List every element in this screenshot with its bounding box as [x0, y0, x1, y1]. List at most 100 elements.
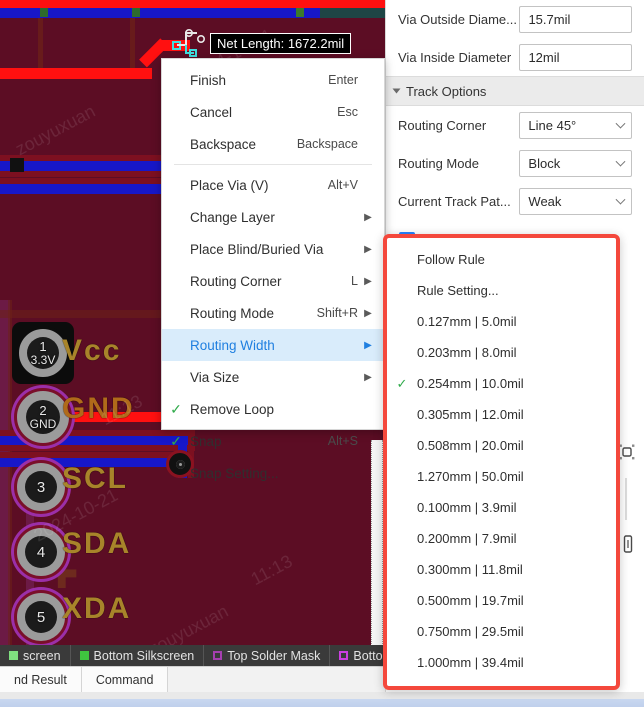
menu-item-change-layer[interactable]: Change Layer ▶ — [162, 201, 384, 233]
menu-item-snap-setting[interactable]: Snap Setting... — [162, 457, 384, 489]
route-net-icon — [172, 28, 206, 58]
submenu-item-label: 0.200mm | 7.9mil — [417, 531, 517, 546]
menu-separator — [174, 164, 372, 165]
menu-item-label: Finish — [190, 72, 227, 88]
menu-item-label: Via Size — [190, 369, 240, 385]
fit-to-screen-icon[interactable] — [619, 444, 635, 465]
submenu-arrow-icon: ▶ — [364, 339, 372, 351]
layer-bar[interactable]: screen Bottom Silkscreen Top Solder Mask… — [0, 645, 385, 666]
menu-item-cancel[interactable]: Cancel Esc — [162, 96, 384, 128]
menu-item-shortcut: Alt+S — [327, 434, 358, 448]
menu-item-snap[interactable]: ✓ Snap Alt+S — [162, 425, 384, 457]
menu-item-label: Cancel — [190, 104, 233, 120]
submenu-item-width-0750[interactable]: 0.750mm | 29.5mil — [387, 616, 616, 647]
routing-width-submenu[interactable]: Follow Rule Rule Setting... 0.127mm | 5.… — [383, 234, 620, 690]
submenu-arrow-icon: ▶ — [364, 211, 372, 223]
submenu-item-width-0200[interactable]: 0.200mm | 7.9mil — [387, 523, 616, 554]
submenu-item-label: 0.508mm | 20.0mil — [417, 438, 524, 453]
menu-item-routing-width[interactable]: Routing Width ▶ — [162, 329, 384, 361]
layer-color-swatch — [213, 651, 223, 660]
routing-corner-value: Line 45° — [528, 117, 577, 133]
submenu-arrow-icon: ▶ — [364, 243, 372, 255]
menu-item-remove-loop[interactable]: ✓ Remove Loop — [162, 393, 384, 425]
menu-item-label: Snap — [190, 433, 222, 449]
tab-find-result[interactable]: nd Result — [0, 667, 82, 692]
current-track-pattern-value: Weak — [528, 193, 562, 209]
submenu-item-label: 0.203mm | 8.0mil — [417, 345, 517, 360]
trace-blue-top — [0, 8, 340, 18]
layer-color-swatch — [79, 651, 89, 660]
current-track-pattern-select[interactable]: Weak — [519, 187, 632, 215]
menu-item-label: Remove Loop — [190, 401, 275, 417]
menu-item-routing-mode[interactable]: Routing Mode Shift+R ▶ — [162, 297, 384, 329]
submenu-item-width-1270[interactable]: 1.270mm | 50.0mil — [387, 461, 616, 492]
tab-command[interactable]: Command — [81, 667, 169, 692]
submenu-arrow-icon: ▶ — [364, 307, 372, 319]
submenu-item-width-1000[interactable]: 1.000mm | 39.4mil — [387, 647, 616, 678]
bottom-tab-bar[interactable]: nd Result Command — [0, 666, 385, 692]
pad-3[interactable]: 3 — [14, 460, 68, 514]
trace-blue-2 — [0, 184, 170, 194]
submenu-item-width-0254-selected[interactable]: ✓ 0.254mm | 10.0mil — [387, 368, 616, 399]
section-header-track-options[interactable]: Track Options — [386, 76, 644, 106]
pad-5[interactable]: 5 — [14, 590, 68, 644]
submenu-item-common-width-setting[interactable]: Common Width Setting... — [387, 678, 616, 686]
menu-item-shortcut: Alt+V — [327, 178, 358, 192]
menu-item-shortcut: Enter — [328, 73, 358, 87]
pad-3-number: 3 — [36, 478, 46, 496]
layer-label: Top Solder Mask — [227, 648, 321, 663]
chevron-down-icon — [392, 88, 401, 94]
via-square-a — [10, 158, 24, 172]
via-outside-diameter-input[interactable]: 15.7mil — [519, 5, 632, 33]
layer-label: Bottom Sol — [353, 648, 385, 663]
submenu-item-label: 1.000mm | 39.4mil — [417, 655, 524, 670]
submenu-item-width-0300[interactable]: 0.300mm | 11.8mil — [387, 554, 616, 585]
layer-item-top-silkscreen[interactable]: screen — [0, 645, 71, 666]
routing-context-menu[interactable]: Finish Enter Cancel Esc Backspace Backsp… — [161, 58, 385, 481]
pad-4[interactable]: 4 — [14, 525, 68, 579]
submenu-item-width-0500[interactable]: 0.500mm | 19.7mil — [387, 585, 616, 616]
silk-sda: SDA — [62, 527, 132, 560]
layer-item-bottom-silkscreen[interactable]: Bottom Silkscreen — [71, 645, 205, 666]
menu-item-shortcut: L — [351, 274, 358, 288]
trace-brown-row — [0, 310, 180, 318]
submenu-arrow-icon: ▶ — [364, 371, 372, 383]
menu-item-routing-corner[interactable]: Routing Corner L ▶ — [162, 265, 384, 297]
check-icon: ✓ — [170, 432, 182, 449]
via-inside-diameter-input[interactable]: 12mil — [519, 43, 632, 71]
prop-row-current-track-pattern: Current Track Pat... Weak — [386, 182, 644, 220]
trace-teal-top — [320, 8, 385, 18]
menu-item-label: Routing Width — [190, 337, 275, 353]
menu-item-finish[interactable]: Finish Enter — [162, 64, 384, 96]
menu-item-backspace[interactable]: Backspace Backspace — [162, 128, 384, 160]
layer-label: screen — [23, 648, 61, 663]
pad-5-number: 5 — [36, 608, 46, 626]
prop-label: Routing Corner — [398, 117, 487, 133]
routing-mode-select[interactable]: Block — [519, 149, 632, 177]
submenu-item-width-0203[interactable]: 0.203mm | 8.0mil — [387, 337, 616, 368]
ruler-icon[interactable] — [621, 535, 635, 558]
submenu-item-width-0508[interactable]: 0.508mm | 20.0mil — [387, 430, 616, 461]
submenu-item-width-0100[interactable]: 0.100mm | 3.9mil — [387, 492, 616, 523]
layer-color-swatch — [9, 651, 18, 660]
layer-color-swatch — [339, 651, 349, 660]
prop-row-routing-corner: Routing Corner Line 45° — [386, 106, 644, 144]
silk-scl: SCL — [62, 462, 128, 495]
routing-corner-select[interactable]: Line 45° — [519, 111, 632, 139]
menu-item-place-via[interactable]: Place Via (V) Alt+V — [162, 169, 384, 201]
menu-item-place-blind-buried-via[interactable]: Place Blind/Buried Via ▶ — [162, 233, 384, 265]
layer-item-bottom-solder-mask[interactable]: Bottom Sol — [330, 645, 385, 666]
menu-item-label: Snap Setting... — [190, 465, 279, 481]
pad-green-c — [296, 8, 304, 17]
prop-row-via-outside-diameter: Via Outside Diame... 15.7mil — [386, 0, 644, 38]
menu-item-via-size[interactable]: Via Size ▶ — [162, 361, 384, 393]
submenu-item-label: 1.270mm | 50.0mil — [417, 469, 524, 484]
submenu-item-label: 0.750mm | 29.5mil — [417, 624, 524, 639]
submenu-item-width-0305[interactable]: 0.305mm | 12.0mil — [387, 399, 616, 430]
submenu-item-rule-setting[interactable]: Rule Setting... — [387, 275, 616, 306]
menu-item-label: Routing Corner — [190, 273, 282, 289]
submenu-item-follow-rule[interactable]: Follow Rule — [387, 244, 616, 275]
layer-item-top-solder-mask[interactable]: Top Solder Mask — [204, 645, 331, 666]
submenu-item-width-0127[interactable]: 0.127mm | 5.0mil — [387, 306, 616, 337]
section-title: Track Options — [406, 83, 487, 99]
